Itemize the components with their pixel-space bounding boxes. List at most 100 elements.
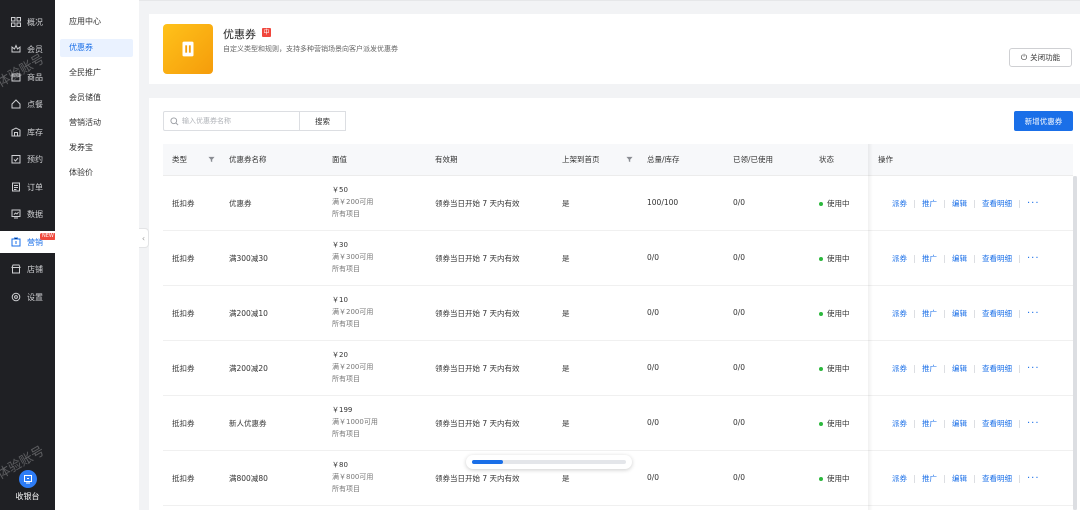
edit-link[interactable]: 编辑: [952, 418, 967, 429]
sidebar-item-shop[interactable]: 店铺: [0, 258, 55, 280]
subnav-item-coupon[interactable]: 优惠券: [60, 39, 133, 57]
coupon-stock: 100/100: [647, 198, 679, 207]
subnav-item-coupon-treasure[interactable]: 发券宝: [60, 139, 133, 157]
sidebar-item-marketing[interactable]: 营销 NEW: [0, 231, 56, 253]
promote-link[interactable]: 推广: [922, 418, 937, 429]
promote-link[interactable]: 推广: [922, 473, 937, 484]
table-scrollbar[interactable]: [1073, 176, 1077, 510]
promote-link[interactable]: 推广: [922, 308, 937, 319]
collapse-subnav-button[interactable]: ‹: [139, 228, 149, 248]
page-title: 优惠券: [223, 28, 256, 41]
close-feature-label: 关闭功能: [1030, 53, 1061, 62]
coupon-type: 抵扣券: [172, 254, 195, 263]
divider: [914, 419, 915, 428]
face-amount: ￥20: [332, 351, 348, 359]
sidebar-item-data[interactable]: 数据: [0, 203, 55, 225]
divider: [1019, 419, 1020, 428]
issue-coupon-link[interactable]: 派券: [892, 253, 907, 264]
divider: [1019, 474, 1020, 483]
coupon-face-value: ￥80 满￥800可用 所有项目: [332, 459, 373, 495]
coupon-stock: 0/0: [647, 473, 660, 482]
status-dot-icon: [819, 477, 823, 481]
status-dot-icon: [819, 367, 823, 371]
edit-link[interactable]: 编辑: [952, 473, 967, 484]
order-icon: [11, 182, 21, 192]
sidebar-item-booking[interactable]: 预约: [0, 148, 55, 170]
more-actions-icon[interactable]: ···: [1027, 253, 1040, 263]
divider: [1019, 309, 1020, 318]
sidebar-item-overview[interactable]: 概况: [0, 11, 55, 33]
promote-link[interactable]: 推广: [922, 363, 937, 374]
filter-icon[interactable]: [626, 156, 633, 163]
promote-link[interactable]: 推广: [922, 253, 937, 264]
column-header-name: 优惠券名称: [229, 155, 267, 164]
add-coupon-button[interactable]: 新增优惠券: [1014, 111, 1073, 131]
close-feature-button[interactable]: ⏻ 关闭功能: [1009, 48, 1072, 67]
status-badge: 使用中: [819, 473, 850, 484]
subnav-item-promotion[interactable]: 全民推广: [60, 64, 133, 82]
sidebar-item-settings[interactable]: 设置: [0, 286, 55, 308]
filter-icon[interactable]: [208, 156, 215, 163]
scrollbar-thumb[interactable]: [1073, 176, 1077, 510]
status-text: 使用中: [827, 309, 850, 318]
cashier-button[interactable]: 收银台: [0, 470, 55, 502]
coupon-on-home: 是: [562, 419, 570, 428]
column-header-on-home: 上架到首页: [562, 155, 600, 164]
face-amount: ￥80: [332, 461, 348, 469]
status-badge: 使用中: [819, 308, 850, 319]
column-header-stock: 总量/库存: [647, 155, 680, 164]
divider: [974, 419, 975, 428]
sidebar-item-member[interactable]: 会员: [0, 38, 55, 60]
home-icon: [11, 99, 21, 109]
table-header: 类型 优惠券名称 面值 有效期 上架到首页 总量/库存 已领/已使用 状态 操作: [163, 144, 1073, 176]
more-actions-icon[interactable]: ···: [1027, 198, 1040, 208]
view-details-link[interactable]: 查看明细: [982, 418, 1012, 429]
subnav-item-stored-value[interactable]: 会员储值: [60, 89, 133, 107]
issue-coupon-link[interactable]: 派券: [892, 473, 907, 484]
fixed-column-shadow: [868, 144, 873, 510]
issue-coupon-link[interactable]: 派券: [892, 363, 907, 374]
more-actions-icon[interactable]: ···: [1027, 363, 1040, 373]
more-actions-icon[interactable]: ···: [1027, 473, 1040, 483]
divider: [944, 419, 945, 428]
coupon-used: 0/0: [733, 253, 746, 262]
view-details-link[interactable]: 查看明细: [982, 198, 1012, 209]
coupon-face-value: ￥30 满￥300可用 所有项目: [332, 239, 373, 275]
coupon-validity: 领券当日开始 7 天内有效: [435, 419, 520, 428]
sidebar-item-goods[interactable]: 商品: [0, 66, 55, 88]
coupon-used: 0/0: [733, 363, 746, 372]
divider: [914, 254, 915, 263]
search-button[interactable]: 搜索: [299, 111, 346, 131]
edit-link[interactable]: 编辑: [952, 253, 967, 264]
issue-coupon-link[interactable]: 派券: [892, 308, 907, 319]
divider: [914, 474, 915, 483]
sidebar-item-ordering[interactable]: 点餐: [0, 93, 55, 115]
view-details-link[interactable]: 查看明细: [982, 363, 1012, 374]
search-field: [163, 111, 300, 131]
coupon-name: 满200减10: [229, 309, 268, 318]
edit-link[interactable]: 编辑: [952, 308, 967, 319]
view-details-link[interactable]: 查看明细: [982, 308, 1012, 319]
issue-coupon-link[interactable]: 派券: [892, 418, 907, 429]
coupon-on-home: 是: [562, 309, 570, 318]
coupon-validity: 领券当日开始 7 天内有效: [435, 309, 520, 318]
coupon-validity: 领券当日开始 7 天内有效: [435, 254, 520, 263]
sidebar-item-orders[interactable]: 订单: [0, 176, 55, 198]
subnav-item-campaign[interactable]: 营销活动: [60, 114, 133, 132]
subnav-item-app-center[interactable]: 应用中心: [60, 13, 133, 31]
sidebar-item-inventory[interactable]: 库存: [0, 121, 55, 143]
issue-coupon-link[interactable]: 派券: [892, 198, 907, 209]
search-input[interactable]: [182, 117, 292, 125]
more-actions-icon[interactable]: ···: [1027, 308, 1040, 318]
subnav-item-trial-price[interactable]: 体验价: [60, 164, 133, 182]
view-details-link[interactable]: 查看明细: [982, 253, 1012, 264]
view-details-link[interactable]: 查看明细: [982, 473, 1012, 484]
coupon-used: 0/0: [733, 473, 746, 482]
edit-link[interactable]: 编辑: [952, 198, 967, 209]
more-actions-icon[interactable]: ···: [1027, 418, 1040, 428]
sidebar-item-label: 点餐: [27, 99, 43, 109]
coupon-name: 满300减30: [229, 254, 268, 263]
divider: [944, 474, 945, 483]
edit-link[interactable]: 编辑: [952, 363, 967, 374]
promote-link[interactable]: 推广: [922, 198, 937, 209]
